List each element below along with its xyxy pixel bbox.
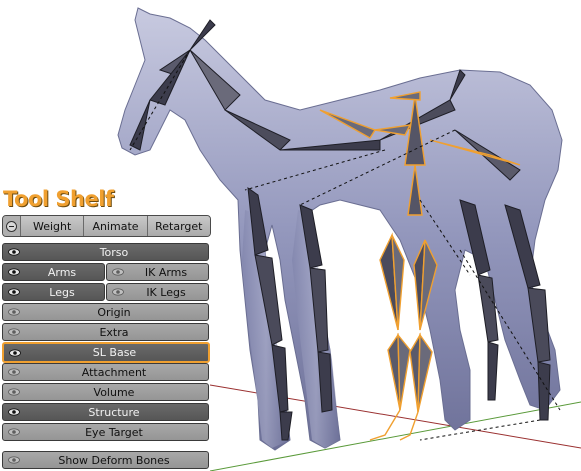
toggle-eye-target[interactable]: Eye Target	[2, 423, 209, 441]
tab-weight[interactable]: Weight	[21, 216, 85, 236]
tab-retarget[interactable]: Retarget	[147, 216, 210, 236]
eye-icon	[112, 288, 124, 296]
toggle-label: Legs	[49, 285, 75, 299]
eye-icon	[8, 388, 20, 396]
eye-icon	[8, 248, 20, 256]
toggle-attachment[interactable]: Attachment	[2, 363, 209, 381]
toggle-torso[interactable]: Torso	[2, 243, 209, 261]
eye-icon	[8, 268, 20, 276]
eye-icon	[112, 268, 124, 276]
toggle-label: Extra	[99, 325, 129, 339]
eye-icon	[8, 328, 20, 336]
toggle-extra[interactable]: Extra	[2, 323, 209, 341]
eye-icon	[8, 308, 20, 316]
toggle-label: Attachment	[81, 365, 147, 379]
toggle-label: IK Legs	[146, 285, 186, 299]
toggle-origin[interactable]: Origin	[2, 303, 209, 321]
toggle-label: IK Arms	[144, 265, 188, 279]
toggle-legs[interactable]: Legs	[2, 283, 105, 301]
toggle-sl-base[interactable]: SL Base	[2, 342, 210, 363]
toggle-volume[interactable]: Volume	[2, 383, 209, 401]
minus-icon	[6, 220, 17, 232]
toggle-label: Arms	[47, 265, 77, 279]
tab-row: Weight Animate Retarget	[2, 215, 211, 237]
toggle-structure[interactable]: Structure	[2, 403, 209, 421]
eye-icon	[8, 368, 20, 376]
toggle-label: Show Deform Bones	[58, 453, 170, 467]
toggle-show-deform-bones[interactable]: Show Deform Bones	[2, 451, 209, 469]
toggle-label: Structure	[88, 405, 140, 419]
tool-shelf-title: Tool Shelf	[3, 187, 114, 211]
eye-icon	[8, 408, 20, 416]
toggle-label: Origin	[97, 305, 131, 319]
eye-icon	[8, 428, 20, 436]
toggle-ik-arms[interactable]: IK Arms	[106, 263, 209, 281]
toggle-label: Torso	[99, 245, 129, 259]
toggle-label: Eye Target	[85, 425, 143, 439]
toggle-ik-legs[interactable]: IK Legs	[106, 283, 209, 301]
toggle-label: SL Base	[92, 346, 137, 359]
eye-icon	[9, 348, 21, 357]
eye-icon	[8, 456, 20, 464]
eye-icon	[8, 288, 20, 296]
tab-animate[interactable]: Animate	[84, 216, 148, 236]
collapse-toggle[interactable]	[3, 216, 21, 236]
toggle-arms[interactable]: Arms	[2, 263, 105, 281]
toggle-label: Volume	[93, 385, 135, 399]
